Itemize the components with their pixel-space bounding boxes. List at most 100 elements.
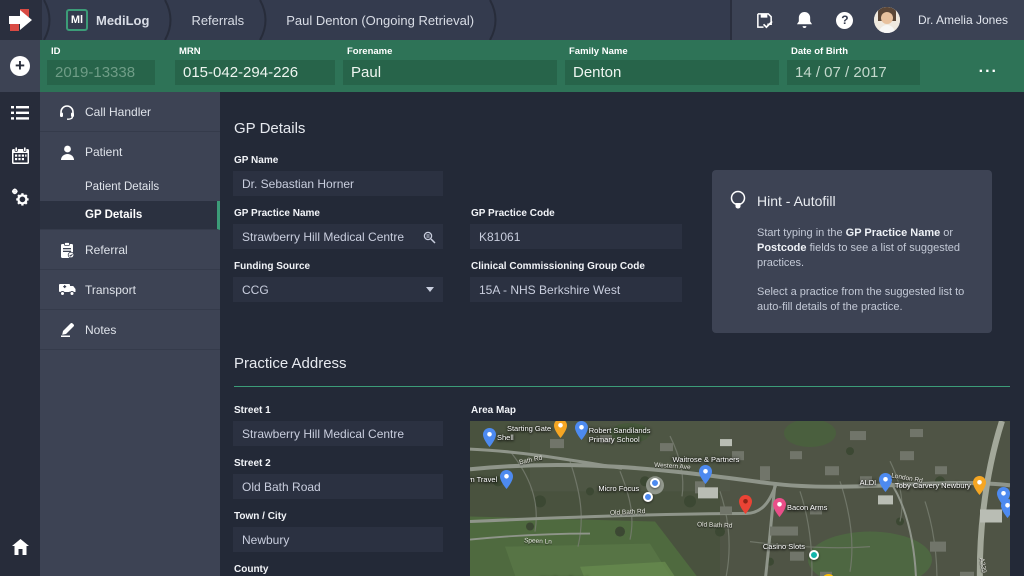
gp-name-label: GP Name — [234, 155, 443, 166]
sidebar-item-call-handler[interactable]: Call Handler — [40, 92, 220, 132]
funding-source-select[interactable]: CCG — [233, 277, 443, 302]
gp-name-input[interactable] — [233, 171, 443, 196]
funding-source-label: Funding Source — [234, 261, 443, 272]
street1-input[interactable] — [233, 421, 443, 446]
top-bar-right: ? Dr. Amelia Jones — [730, 0, 1024, 40]
sidebar-item-label: GP Details — [85, 209, 142, 221]
mrn-field[interactable] — [175, 60, 335, 85]
map-place-label: Micro Focus — [598, 484, 639, 493]
map-place-label: Casino Slots — [763, 542, 805, 551]
gp-practice-name-label: GP Practice Name — [234, 208, 443, 219]
forename-field[interactable] — [343, 60, 557, 85]
ambulance-icon — [58, 281, 76, 299]
breadcrumb-brand[interactable]: Ml MediLog — [56, 0, 163, 40]
map-overlay: ShellStarting GateRobert SandilandsPrima… — [470, 421, 1010, 576]
map-place-label: Toby Carvery Newbury — [895, 481, 971, 490]
map-pin-blue-icon — [575, 421, 588, 445]
app-name: MediLog — [96, 13, 149, 28]
avatar[interactable] — [874, 7, 900, 33]
breadcrumb-referrals[interactable]: Referrals — [177, 0, 258, 40]
dob-field[interactable] — [787, 60, 920, 85]
app-logo[interactable] — [0, 0, 42, 40]
section-sidebar: Call Handler Patient Patient Details GP … — [40, 92, 220, 576]
sidebar-item-notes[interactable]: Notes — [40, 310, 220, 350]
avatar-photo — [874, 7, 900, 33]
street2-input[interactable] — [233, 474, 443, 499]
clipboard-check-icon — [58, 241, 76, 259]
notifications-button[interactable] — [794, 9, 816, 31]
sidebar-item-gp-details[interactable]: GP Details — [40, 201, 220, 230]
arrow-logo-icon — [8, 8, 34, 32]
sidebar-item-patient-details[interactable]: Patient Details — [40, 172, 220, 201]
gp-practice-name-input[interactable] — [233, 224, 443, 249]
map-road-label: Western Ave — [653, 462, 690, 472]
help-button[interactable]: ? — [834, 9, 856, 31]
sidebar-item-label: Referral — [85, 243, 128, 257]
save-icon — [755, 11, 774, 30]
hint-title: Hint - Autofill — [757, 193, 836, 209]
map-pin-blue-icon — [1001, 499, 1010, 523]
rail-list-button[interactable] — [0, 92, 40, 134]
id-label: ID — [51, 46, 155, 57]
map-pin-pink-icon — [773, 498, 786, 522]
map-pin-blue-icon — [879, 473, 892, 497]
mrn-label: MRN — [179, 46, 335, 57]
settings-icon — [11, 188, 30, 207]
map-pin-red-icon — [739, 495, 752, 519]
map-place-label: wn Travel — [470, 475, 497, 484]
breadcrumb-record[interactable]: Paul Denton (Ongoing Retrieval) — [272, 0, 488, 40]
map-place-label: Robert SandilandsPrimary School — [589, 426, 651, 444]
rail-home-button[interactable] — [0, 526, 40, 568]
breadcrumb-separator — [42, 0, 56, 40]
hint-body: Start typing in the GP Practice Name or … — [728, 226, 972, 315]
map-pin-orange-icon — [973, 476, 986, 500]
sidebar-item-label: Transport — [85, 283, 136, 297]
calendar-icon — [12, 147, 29, 164]
icon-rail: + — [0, 40, 40, 576]
headset-icon — [58, 103, 76, 121]
lightbulb-icon — [728, 190, 748, 212]
top-bar: Ml MediLog Referrals Paul Denton (Ongoin… — [0, 0, 1024, 40]
sidebar-item-label: Notes — [85, 323, 116, 337]
ccg-code-input[interactable] — [470, 277, 682, 302]
family-name-field[interactable] — [565, 60, 779, 85]
home-icon — [12, 539, 29, 555]
practice-address-title: Practice Address — [234, 355, 1010, 387]
search-icon — [423, 231, 436, 244]
map-place-label: ALDI — [860, 478, 877, 487]
gp-details-page: GP Details GP Name GP Pr — [220, 92, 1024, 576]
street2-label: Street 2 — [234, 458, 470, 469]
funding-source-value: CCG — [242, 283, 269, 297]
help-icon: ? — [836, 12, 853, 29]
id-field[interactable] — [47, 60, 155, 85]
map-pin-blue-icon — [483, 428, 496, 452]
sidebar-item-referral[interactable]: Referral — [40, 230, 220, 270]
list-icon — [11, 105, 29, 121]
plus-icon: + — [10, 56, 30, 76]
rail-calendar-button[interactable] — [0, 134, 40, 176]
breadcrumb-separator — [258, 0, 272, 40]
banner-more-button[interactable]: ... — [979, 46, 1024, 76]
area-map-label: Area Map — [471, 405, 1010, 416]
ccg-code-label: Clinical Commissioning Group Code — [471, 261, 682, 272]
county-label: County — [234, 564, 470, 575]
gp-practice-code-input[interactable] — [470, 224, 682, 249]
patient-banner: ID MRN Forename Family Name Date of Birt… — [40, 40, 1024, 92]
chevron-down-icon — [426, 287, 434, 292]
hint-autofill-panel: Hint - Autofill Start typing in the GP P… — [712, 170, 992, 333]
street1-label: Street 1 — [234, 405, 470, 416]
map-dot-marker — [643, 492, 653, 502]
sidebar-item-transport[interactable]: Transport — [40, 270, 220, 310]
rail-settings-button[interactable] — [0, 176, 40, 218]
map-road-label: A339 — [978, 557, 988, 573]
map-place-label: Starting Gate — [507, 424, 551, 433]
add-record-button[interactable]: + — [0, 40, 40, 92]
practice-search-button[interactable] — [421, 229, 437, 245]
sidebar-item-patient[interactable]: Patient — [40, 132, 220, 172]
medilog-badge: Ml — [66, 9, 88, 31]
town-input[interactable] — [233, 527, 443, 552]
save-button[interactable] — [754, 9, 776, 31]
forename-label: Forename — [347, 46, 557, 57]
map-pin-orange-icon — [554, 421, 567, 443]
sidebar-item-label: Call Handler — [85, 105, 151, 119]
